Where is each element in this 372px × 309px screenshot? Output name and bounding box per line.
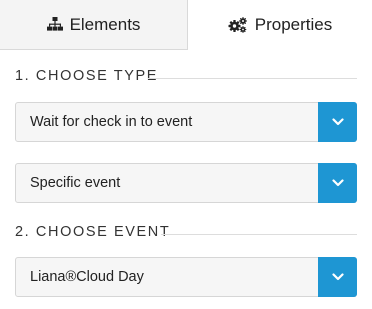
chevron-down-icon [331, 179, 344, 187]
event-value: Liana®Cloud Day [30, 269, 144, 285]
section-divider [161, 234, 357, 235]
panel-tabs: Elements Properties [0, 0, 372, 50]
event-type-dropdown-button[interactable] [318, 102, 357, 142]
event-scope-select[interactable]: Specific event [15, 163, 357, 203]
event-type-select[interactable]: Wait for check in to event [15, 102, 357, 142]
tab-elements-label: Elements [69, 14, 141, 34]
event-select[interactable]: Liana®Cloud Day [15, 257, 357, 297]
section-title-choose-type: 1. CHOOSE TYPE [15, 68, 159, 84]
event-scope-value: Specific event [30, 175, 121, 191]
chevron-down-icon [331, 273, 344, 281]
event-type-value: Wait for check in to event [30, 114, 193, 130]
event-scope-dropdown-button[interactable] [318, 163, 357, 203]
event-dropdown-button[interactable] [318, 257, 357, 297]
sitemap-icon [46, 17, 63, 32]
tab-properties[interactable]: Properties [188, 0, 372, 50]
section-divider [148, 78, 357, 79]
section-title-choose-event: 2. CHOOSE EVENT [15, 224, 171, 240]
cogs-icon [228, 17, 248, 33]
chevron-down-icon [331, 118, 344, 126]
tab-properties-label: Properties [254, 15, 333, 34]
tab-elements[interactable]: Elements [0, 0, 188, 50]
